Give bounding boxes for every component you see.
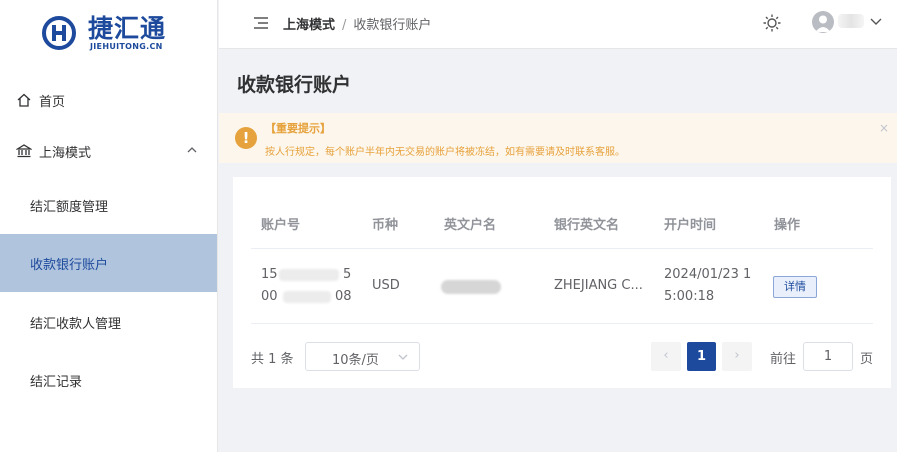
- sidebar-group-label: 上海模式: [39, 145, 92, 161]
- username-redacted[interactable]: [838, 14, 864, 28]
- sidebar-group-shanghai[interactable]: 上海模式: [0, 133, 217, 169]
- warning-alert: ! 【重要提示】 按人行规定，每个账户半年内无交易的账户将被冻结，如有需要请及时…: [219, 113, 897, 163]
- top-bar: 上海模式 / 收款银行账户: [219, 0, 897, 49]
- breadcrumb-separator: /: [342, 18, 347, 33]
- column-header-open-time: 开户时间: [664, 218, 717, 233]
- sidebar-item-payee[interactable]: 结汇收款人管理: [0, 293, 217, 351]
- open-time-cell: 2024/01/23 1: [664, 267, 752, 282]
- page-title: 收款银行账户: [237, 74, 352, 96]
- page-size-value: 10条/页: [332, 353, 379, 368]
- sidebar: 捷汇通 JIEHUITONG.CN 首页 上海模式 结汇额度管理 收款银行账户 …: [0, 0, 218, 452]
- goto-page-input[interactable]: [803, 342, 853, 371]
- column-header-account: 账户号: [261, 218, 301, 233]
- total-count: 共 1 条: [251, 352, 294, 367]
- column-header-english-name: 英文户名: [444, 218, 497, 233]
- sidebar-item-label: 结汇额度管理: [30, 199, 109, 215]
- breadcrumb: 上海模式 / 收款银行账户: [283, 14, 431, 33]
- column-header-action: 操作: [774, 218, 801, 233]
- sidebar-item-label: 结汇记录: [30, 374, 83, 390]
- page-size-select[interactable]: 10条/页: [305, 342, 420, 371]
- user-icon: [815, 15, 831, 32]
- chevron-down-icon[interactable]: [869, 14, 883, 28]
- logo-mark-icon: [42, 16, 76, 50]
- detail-button[interactable]: 详情: [773, 276, 817, 298]
- column-header-currency: 币种: [372, 218, 399, 233]
- sidebar-item-label: 首页: [39, 94, 66, 110]
- page-unit-label: 页: [860, 352, 874, 367]
- chevron-down-icon: [398, 354, 408, 360]
- goto-label: 前往: [770, 352, 797, 367]
- chevron-up-icon: [187, 147, 197, 153]
- menu-toggle-icon[interactable]: [253, 16, 269, 30]
- breadcrumb-item-parent[interactable]: 上海模式: [283, 18, 335, 33]
- sidebar-item-records[interactable]: 结汇记录: [0, 351, 217, 409]
- logo-text: 捷汇通: [88, 14, 167, 43]
- column-header-bank-name: 银行英文名: [554, 218, 620, 233]
- sidebar-item-home[interactable]: 首页: [0, 82, 217, 118]
- alert-title: 【重要提示】: [265, 122, 331, 135]
- english-name-redacted: [441, 280, 501, 294]
- bank-name-cell: ZHEJIANG C...: [554, 278, 643, 293]
- next-page-button[interactable]: ›: [722, 342, 752, 371]
- home-icon: [17, 93, 31, 107]
- breadcrumb-item-current: 收款银行账户: [353, 18, 432, 33]
- currency-cell: USD: [372, 278, 400, 293]
- account-number-start-1: 15: [261, 267, 278, 282]
- bank-icon: [16, 144, 32, 158]
- account-number-redacted: [283, 291, 331, 303]
- sidebar-item-label: 收款银行账户: [30, 257, 109, 273]
- warning-icon: !: [235, 127, 257, 149]
- account-table-card: 账户号 币种 英文户名 银行英文名 开户时间 操作 15 5 00 08 USD…: [233, 177, 891, 388]
- page-number-current[interactable]: 1: [687, 342, 716, 371]
- avatar[interactable]: [812, 11, 834, 33]
- theme-sun-icon[interactable]: [762, 13, 782, 33]
- account-number-end-1: 5: [343, 267, 352, 282]
- logo: 捷汇通 JIEHUITONG.CN: [42, 14, 182, 54]
- row-divider: [251, 323, 873, 324]
- sidebar-item-label: 结汇收款人管理: [30, 316, 122, 332]
- header-divider: [251, 248, 873, 249]
- prev-page-button[interactable]: ‹: [651, 342, 681, 371]
- account-number-end-2: 08: [335, 289, 352, 304]
- sidebar-item-quota[interactable]: 结汇额度管理: [0, 176, 217, 234]
- sidebar-item-bank-account[interactable]: 收款银行账户: [0, 234, 217, 292]
- alert-description: 按人行规定，每个账户半年内无交易的账户将被冻结，如有需要请及时联系客服。: [265, 147, 625, 158]
- account-number-start-2: 00: [261, 289, 278, 304]
- close-icon[interactable]: ×: [879, 121, 889, 135]
- logo-domain: JIEHUITONG.CN: [90, 42, 163, 51]
- account-number-redacted: [279, 269, 339, 281]
- open-time-cell-continued: 5:00:18: [664, 289, 715, 304]
